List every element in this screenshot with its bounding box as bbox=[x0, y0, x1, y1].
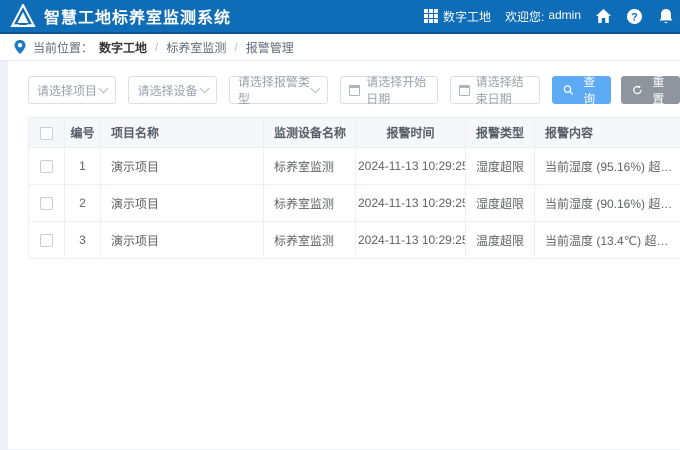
breadcrumb-item-page[interactable]: 报警管理 bbox=[246, 39, 294, 56]
row-checkbox[interactable] bbox=[40, 160, 53, 173]
filter-bar: 请选择项目 请选择设备 请选择报警类型 请选择开始日期 请选择结束日期 查询 bbox=[28, 76, 680, 104]
cell-no: 2 bbox=[65, 185, 101, 222]
calendar-icon bbox=[459, 85, 470, 96]
app-title: 智慧工地标养室监测系统 bbox=[44, 4, 231, 28]
reset-button[interactable]: 重置 bbox=[621, 76, 680, 104]
reset-button-label: 重置 bbox=[648, 73, 669, 107]
select-all-checkbox[interactable] bbox=[40, 127, 53, 140]
breadcrumb-prefix: 当前位置： bbox=[33, 39, 93, 56]
search-icon bbox=[563, 84, 574, 96]
question-glyph: ? bbox=[631, 11, 638, 23]
col-header-device: 监测设备名称 bbox=[264, 118, 356, 148]
cell-project: 演示项目 bbox=[101, 222, 264, 259]
cell-device: 标养室监测 bbox=[264, 185, 356, 222]
project-select-placeholder: 请选择项目 bbox=[37, 82, 97, 99]
query-button[interactable]: 查询 bbox=[552, 76, 611, 104]
cell-content: 当前温度 (13.4℃) 超出控制值范围 (20... bbox=[535, 222, 680, 259]
breadcrumb-separator: / bbox=[155, 40, 158, 54]
breadcrumb: 当前位置： 数字工地 / 标养室监测 / 报警管理 bbox=[0, 34, 680, 61]
table-row[interactable]: 1 演示项目 标养室监测 2024-11-13 10:29:25 湿度超限 当前… bbox=[29, 148, 680, 185]
location-pin-icon bbox=[13, 39, 27, 55]
cell-project: 演示项目 bbox=[101, 185, 264, 222]
end-date-placeholder: 请选择结束日期 bbox=[476, 73, 531, 107]
row-checkbox[interactable] bbox=[40, 197, 53, 210]
table-row[interactable]: 3 演示项目 标养室监测 2024-11-13 10:29:25 温度超限 当前… bbox=[29, 222, 680, 259]
alarm-table: 编号 项目名称 监测设备名称 报警时间 报警类型 报警内容 1 演示项目 标养室… bbox=[28, 117, 680, 259]
refresh-icon bbox=[632, 84, 643, 96]
col-header-no: 编号 bbox=[65, 118, 101, 148]
chevron-down-icon bbox=[199, 83, 209, 93]
cell-no: 1 bbox=[65, 148, 101, 185]
device-select-placeholder: 请选择设备 bbox=[137, 82, 197, 99]
welcome-text: 欢迎您: admin bbox=[505, 8, 581, 25]
main-panel: 请选择项目 请选择设备 请选择报警类型 请选择开始日期 请选择结束日期 查询 bbox=[8, 61, 680, 449]
col-header-type: 报警类型 bbox=[466, 118, 535, 148]
cell-time: 2024-11-13 10:29:25 bbox=[356, 148, 466, 185]
table-header-row: 编号 项目名称 监测设备名称 报警时间 报警类型 报警内容 bbox=[29, 118, 680, 148]
row-checkbox[interactable] bbox=[40, 234, 53, 247]
calendar-icon bbox=[349, 85, 360, 96]
cell-device: 标养室监测 bbox=[264, 222, 356, 259]
col-header-project: 项目名称 bbox=[101, 118, 264, 148]
welcome-label: 欢迎您: bbox=[505, 8, 544, 25]
portal-link[interactable]: 数字工地 bbox=[424, 8, 491, 25]
cell-project: 演示项目 bbox=[101, 148, 264, 185]
help-icon[interactable]: ? bbox=[626, 8, 643, 25]
cell-no: 3 bbox=[65, 222, 101, 259]
chevron-down-icon bbox=[99, 83, 109, 93]
grid-icon bbox=[424, 9, 438, 23]
alarm-type-select-placeholder: 请选择报警类型 bbox=[238, 73, 312, 107]
cell-type: 温度超限 bbox=[466, 222, 535, 259]
portal-label: 数字工地 bbox=[443, 8, 491, 25]
cell-type: 湿度超限 bbox=[466, 185, 535, 222]
cell-content: 当前湿度 (90.16%) 超出控制值范围 (9... bbox=[535, 185, 680, 222]
start-date-input[interactable]: 请选择开始日期 bbox=[340, 76, 437, 104]
header-right: 数字工地 欢迎您: admin ? bbox=[424, 8, 674, 25]
project-select[interactable]: 请选择项目 bbox=[28, 76, 116, 104]
col-header-content: 报警内容 bbox=[535, 118, 680, 148]
table-row[interactable]: 2 演示项目 标养室监测 2024-11-13 10:29:25 湿度超限 当前… bbox=[29, 185, 680, 222]
start-date-placeholder: 请选择开始日期 bbox=[366, 73, 428, 107]
cell-time: 2024-11-13 10:29:25 bbox=[356, 185, 466, 222]
home-icon[interactable] bbox=[595, 8, 612, 25]
breadcrumb-item-module[interactable]: 标养室监测 bbox=[166, 39, 226, 56]
app-header: 智慧工地标养室监测系统 数字工地 欢迎您: admin ? bbox=[0, 0, 680, 34]
breadcrumb-separator: / bbox=[234, 40, 237, 54]
cell-content: 当前湿度 (95.16%) 超出控制值范围 (9... bbox=[535, 148, 680, 185]
chevron-down-icon bbox=[311, 83, 321, 93]
breadcrumb-item-root[interactable]: 数字工地 bbox=[99, 39, 147, 56]
username[interactable]: admin bbox=[548, 8, 581, 25]
alarm-table-wrap: 编号 项目名称 监测设备名称 报警时间 报警类型 报警内容 1 演示项目 标养室… bbox=[28, 117, 680, 259]
app-logo-icon bbox=[8, 2, 38, 30]
end-date-input[interactable]: 请选择结束日期 bbox=[450, 76, 540, 104]
col-header-time: 报警时间 bbox=[356, 118, 466, 148]
device-select[interactable]: 请选择设备 bbox=[128, 76, 216, 104]
query-button-label: 查询 bbox=[579, 73, 600, 107]
bell-icon[interactable] bbox=[657, 8, 674, 25]
alarm-type-select[interactable]: 请选择报警类型 bbox=[229, 76, 328, 104]
cell-type: 湿度超限 bbox=[466, 148, 535, 185]
cell-device: 标养室监测 bbox=[264, 148, 356, 185]
cell-time: 2024-11-13 10:29:25 bbox=[356, 222, 466, 259]
